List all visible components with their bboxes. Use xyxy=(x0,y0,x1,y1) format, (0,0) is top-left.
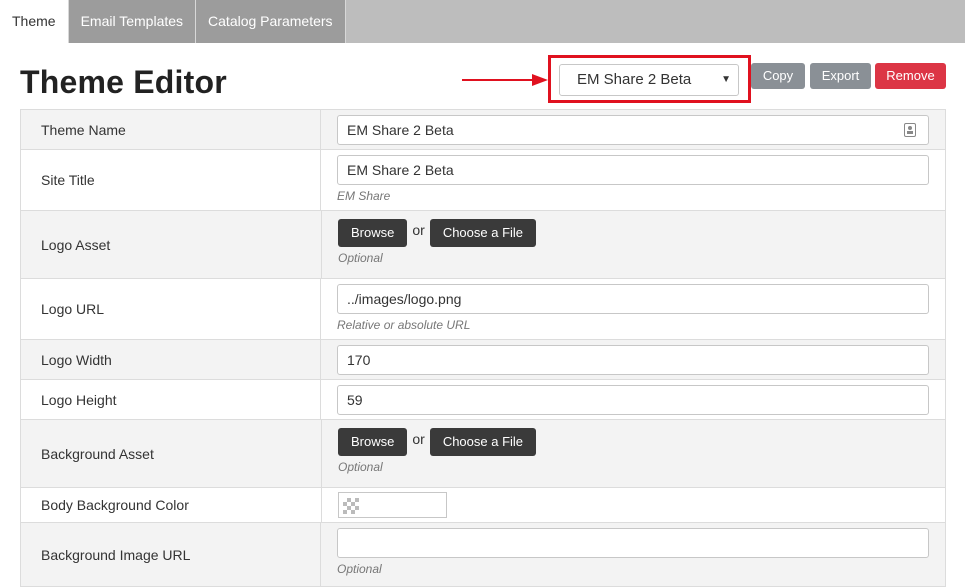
row-logo-url: Logo URL ../images/logo.png Relative or … xyxy=(20,279,946,340)
logo-width-value: 170 xyxy=(347,352,371,368)
body-background-color-label: Body Background Color xyxy=(21,488,322,522)
row-background-asset: Background Asset Browse or Choose a File… xyxy=(20,420,946,488)
row-logo-height: Logo Height 59 xyxy=(20,380,946,420)
logo-url-value: ../images/logo.png xyxy=(347,291,462,307)
theme-name-value: EM Share 2 Beta xyxy=(347,122,454,138)
background-image-url-hint: Optional xyxy=(337,562,382,576)
theme-name-label: Theme Name xyxy=(21,110,321,149)
page-title: Theme Editor xyxy=(20,64,227,100)
row-logo-width: Logo Width 170 xyxy=(20,340,946,380)
row-logo-asset: Logo Asset Browse or Choose a File Optio… xyxy=(20,211,946,279)
transparent-swatch-icon xyxy=(343,498,359,514)
tab-theme[interactable]: Theme xyxy=(0,0,69,43)
background-image-url-label: Background Image URL xyxy=(21,523,321,586)
logo-width-label: Logo Width xyxy=(21,340,321,379)
background-image-url-input[interactable] xyxy=(337,528,929,558)
background-asset-buttons: Browse or Choose a File xyxy=(338,428,929,456)
background-image-url-cell: Optional xyxy=(321,523,945,586)
theme-select[interactable]: EM Share 2 Beta ▼ xyxy=(559,64,739,96)
theme-select-value: EM Share 2 Beta xyxy=(577,71,692,88)
logo-height-label: Logo Height xyxy=(21,380,321,419)
row-body-background-color: Body Background Color xyxy=(20,488,946,523)
background-browse-button[interactable]: Browse xyxy=(338,428,408,456)
site-title-input[interactable]: EM Share 2 Beta xyxy=(337,155,929,185)
logo-asset-hint: Optional xyxy=(338,251,383,265)
site-title-cell: EM Share 2 Beta EM Share xyxy=(321,150,945,210)
logo-height-cell: 59 xyxy=(321,380,945,419)
tab-catalog-parameters[interactable]: Catalog Parameters xyxy=(196,0,346,43)
logo-url-label: Logo URL xyxy=(21,279,321,339)
theme-form: Theme Name EM Share 2 Beta Site Title EM… xyxy=(20,109,946,587)
logo-asset-label: Logo Asset xyxy=(21,211,322,278)
logo-width-cell: 170 xyxy=(321,340,945,379)
tab-bar: Theme Email Templates Catalog Parameters xyxy=(0,0,965,43)
background-asset-hint: Optional xyxy=(338,460,383,474)
site-title-label: Site Title xyxy=(21,150,321,210)
contact-card-icon xyxy=(904,123,916,137)
background-choose-file-button[interactable]: Choose a File xyxy=(429,428,537,456)
logo-url-cell: ../images/logo.png Relative or absolute … xyxy=(321,279,945,339)
logo-asset-buttons: Browse or Choose a File xyxy=(338,219,929,247)
logo-height-value: 59 xyxy=(347,392,363,408)
logo-asset-cell: Browse or Choose a File Optional xyxy=(322,211,945,278)
arrow-right-icon xyxy=(462,74,548,86)
background-asset-cell: Browse or Choose a File Optional xyxy=(322,420,945,487)
background-asset-label: Background Asset xyxy=(21,420,322,487)
site-title-value: EM Share 2 Beta xyxy=(347,162,454,178)
logo-choose-file-button[interactable]: Choose a File xyxy=(429,219,537,247)
export-button[interactable]: Export xyxy=(810,63,871,89)
body-background-color-cell xyxy=(322,488,945,522)
theme-name-input[interactable]: EM Share 2 Beta xyxy=(337,115,929,145)
color-picker-input[interactable] xyxy=(338,492,447,518)
tab-email-templates[interactable]: Email Templates xyxy=(68,0,197,43)
background-or-text: or xyxy=(412,431,425,447)
theme-name-cell: EM Share 2 Beta xyxy=(321,110,945,149)
caret-down-icon: ▼ xyxy=(721,74,731,85)
logo-width-input[interactable]: 170 xyxy=(337,345,929,375)
row-site-title: Site Title EM Share 2 Beta EM Share xyxy=(20,150,946,211)
row-theme-name: Theme Name EM Share 2 Beta xyxy=(20,110,946,150)
logo-url-hint: Relative or absolute URL xyxy=(337,318,471,332)
logo-browse-button[interactable]: Browse xyxy=(338,219,408,247)
logo-or-text: or xyxy=(412,222,425,238)
remove-button[interactable]: Remove xyxy=(875,63,946,89)
logo-height-input[interactable]: 59 xyxy=(337,385,929,415)
site-title-hint: EM Share xyxy=(337,189,391,203)
logo-url-input[interactable]: ../images/logo.png xyxy=(337,284,929,314)
row-background-image-url: Background Image URL Optional xyxy=(20,523,946,587)
copy-button[interactable]: Copy xyxy=(751,63,805,89)
